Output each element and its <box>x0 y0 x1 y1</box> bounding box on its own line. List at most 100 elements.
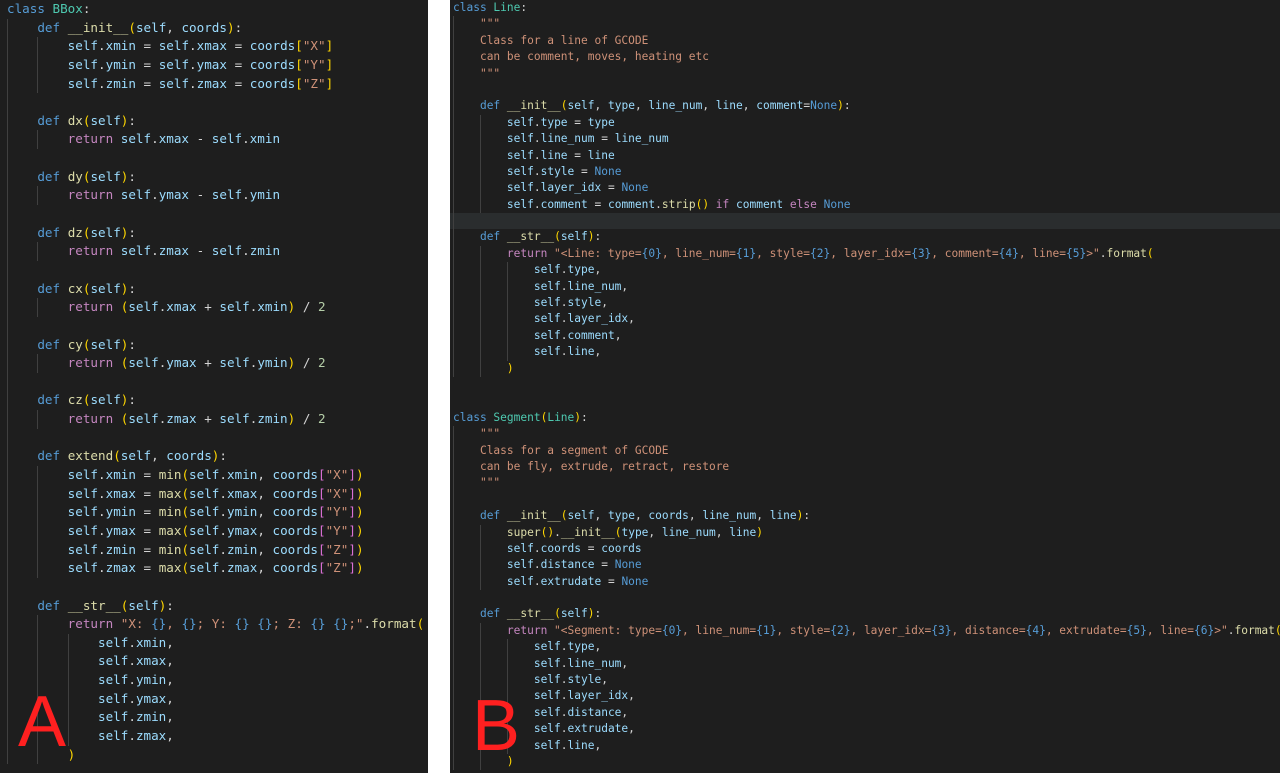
code-line[interactable]: self.ymin = min(self.ymin, coords["Y"]) <box>0 503 424 522</box>
code-line[interactable]: return "X: {}, {}; Y: {} {}; Z: {} {};".… <box>0 615 424 634</box>
code-line[interactable]: self.line_num = line_num <box>450 131 1280 148</box>
code-line[interactable]: self.layer_idx, <box>450 311 1280 328</box>
code-line[interactable]: class Line: <box>450 0 1280 16</box>
code-line[interactable]: self.xmax = max(self.xmax, coords["X"]) <box>0 484 424 504</box>
code-token: self <box>158 56 190 72</box>
code-line[interactable]: """ <box>450 16 1280 33</box>
code-line[interactable]: self.type = type <box>450 114 1280 132</box>
code-line[interactable] <box>450 590 1280 607</box>
code-token: self <box>67 75 99 91</box>
code-block-a[interactable]: class BBox: def __init__(self, coords): … <box>0 0 424 765</box>
indent-guide <box>453 262 454 279</box>
code-line[interactable] <box>0 316 424 336</box>
code-line[interactable]: def __str__(self): <box>450 606 1280 623</box>
code-line[interactable]: self.distance = None <box>450 557 1280 574</box>
code-line[interactable] <box>0 93 424 112</box>
code-line[interactable]: ) <box>450 753 1280 771</box>
code-token: return <box>506 246 555 260</box>
code-line[interactable]: self.layer_idx = None <box>450 180 1280 197</box>
code-editor-panel-a[interactable]: class BBox: def __init__(self, coords): … <box>0 0 428 773</box>
code-line[interactable]: def cx(self): <box>0 279 424 299</box>
code-line[interactable]: self.comment = comment.strip() if commen… <box>450 196 1280 214</box>
code-line[interactable]: self.line_num, <box>450 278 1280 296</box>
code-line[interactable]: def cz(self): <box>0 391 424 411</box>
code-line[interactable]: self.type, <box>450 262 1280 279</box>
code-line[interactable]: return self.ymax - self.ymin <box>0 186 424 206</box>
code-line[interactable]: def dx(self): <box>0 111 424 131</box>
indent-guide <box>453 688 454 705</box>
code-line[interactable]: def __init__(self, coords): <box>0 18 424 38</box>
code-line[interactable] <box>450 491 1280 509</box>
code-line[interactable]: self.zmax = max(self.zmax, coords["Z"]) <box>0 559 424 578</box>
code-line[interactable]: return (self.ymax + self.ymin) / 2 <box>0 354 424 373</box>
code-line[interactable] <box>0 577 424 597</box>
indent-guide <box>506 311 508 328</box>
code-line[interactable]: self.ymin = self.ymax = coords["Y"] <box>0 55 424 75</box>
code-line[interactable]: return (self.zmax + self.zmin) / 2 <box>0 410 424 429</box>
code-line[interactable]: return self.xmax - self.xmin <box>0 130 424 150</box>
code-line[interactable]: def dy(self): <box>0 167 424 187</box>
code-line[interactable]: class Segment(Line): <box>450 410 1280 426</box>
code-line[interactable]: self.line, <box>450 344 1280 361</box>
code-token: coords <box>272 504 319 520</box>
code-line[interactable]: """ <box>450 65 1280 82</box>
code-line[interactable]: self.comment, <box>450 327 1280 345</box>
code-line[interactable]: self.coords = coords <box>450 540 1280 558</box>
code-line[interactable]: can be comment, moves, heating etc <box>450 49 1280 66</box>
code-line[interactable]: self.distance, <box>450 704 1280 722</box>
code-line[interactable] <box>450 393 1280 409</box>
code-token: self <box>120 187 152 203</box>
code-line[interactable]: ) <box>450 360 1280 377</box>
code-line[interactable]: return "<Line: type={0}, line_num={1}, s… <box>450 245 1280 263</box>
code-line[interactable]: def __str__(self): <box>0 596 424 616</box>
code-line[interactable]: self.line_num, <box>450 655 1280 673</box>
code-line[interactable]: self.xmin, <box>0 633 424 653</box>
code-line[interactable] <box>450 81 1280 99</box>
code-line[interactable]: self.zmin = self.zmax = coords["Z"] <box>0 74 424 94</box>
code-block-b[interactable]: class Line: """ Class for a line of GCOD… <box>450 0 1280 771</box>
code-line[interactable]: class BBox: <box>0 0 424 19</box>
code-line[interactable]: self.type, <box>450 639 1280 656</box>
code-line[interactable] <box>0 372 424 392</box>
code-line[interactable]: def __init__(self, type, line_num, line,… <box>450 98 1280 115</box>
code-line[interactable]: def cy(self): <box>0 335 424 355</box>
code-line[interactable]: self.style, <box>450 295 1280 312</box>
code-token: self <box>506 574 534 588</box>
code-line[interactable]: self.extrudate = None <box>450 573 1280 591</box>
code-line[interactable] <box>0 260 424 280</box>
code-line[interactable]: def __init__(self, type, coords, line_nu… <box>450 508 1280 525</box>
code-token: min <box>158 504 182 520</box>
code-line[interactable]: can be fly, extrude, retract, restore <box>450 458 1280 476</box>
code-line[interactable]: self.xmin = self.xmax = coords["X"] <box>0 37 424 56</box>
code-token: >" <box>1214 623 1228 637</box>
code-line[interactable] <box>450 377 1280 393</box>
code-line[interactable]: def dz(self): <box>0 223 424 243</box>
code-line[interactable]: self.line = line <box>450 147 1280 164</box>
code-line[interactable]: return self.zmax - self.zmin <box>0 242 424 261</box>
code-line[interactable]: self.layer_idx, <box>450 688 1280 705</box>
code-line[interactable] <box>450 213 1280 230</box>
code-line[interactable]: def extend(self, coords): <box>0 447 424 467</box>
code-line[interactable]: Class for a line of GCODE <box>450 32 1280 50</box>
code-line[interactable]: super().__init__(type, line_num, line) <box>450 524 1280 541</box>
code-line[interactable]: """ <box>450 426 1280 443</box>
code-line[interactable] <box>0 205 424 224</box>
code-line[interactable] <box>0 428 424 448</box>
code-line[interactable]: """ <box>450 475 1280 492</box>
code-line[interactable]: self.xmin = min(self.xmin, coords["X"]) <box>0 466 424 485</box>
code-line[interactable]: self.extrudate, <box>450 721 1280 738</box>
code-token: type <box>567 640 595 654</box>
code-editor-panel-b[interactable]: class Line: """ Class for a line of GCOD… <box>450 0 1280 773</box>
code-line[interactable]: self.ymax = max(self.ymax, coords["Y"]) <box>0 521 424 541</box>
code-line[interactable]: self.zmin = min(self.zmin, coords["Z"]) <box>0 540 424 560</box>
code-token: "Z" <box>325 560 349 576</box>
code-line[interactable]: Class for a segment of GCODE <box>450 442 1280 459</box>
code-line[interactable]: return "<Segment: type={0}, line_num={1}… <box>450 622 1280 640</box>
code-line[interactable]: self.style, <box>450 672 1280 689</box>
code-line[interactable] <box>0 149 424 168</box>
code-line[interactable]: self.xmax, <box>0 652 424 672</box>
code-line[interactable]: def __str__(self): <box>450 229 1280 246</box>
code-line[interactable]: return (self.xmax + self.xmin) / 2 <box>0 298 424 317</box>
code-line[interactable]: self.line, <box>450 737 1280 754</box>
code-line[interactable]: self.style = None <box>450 163 1280 181</box>
